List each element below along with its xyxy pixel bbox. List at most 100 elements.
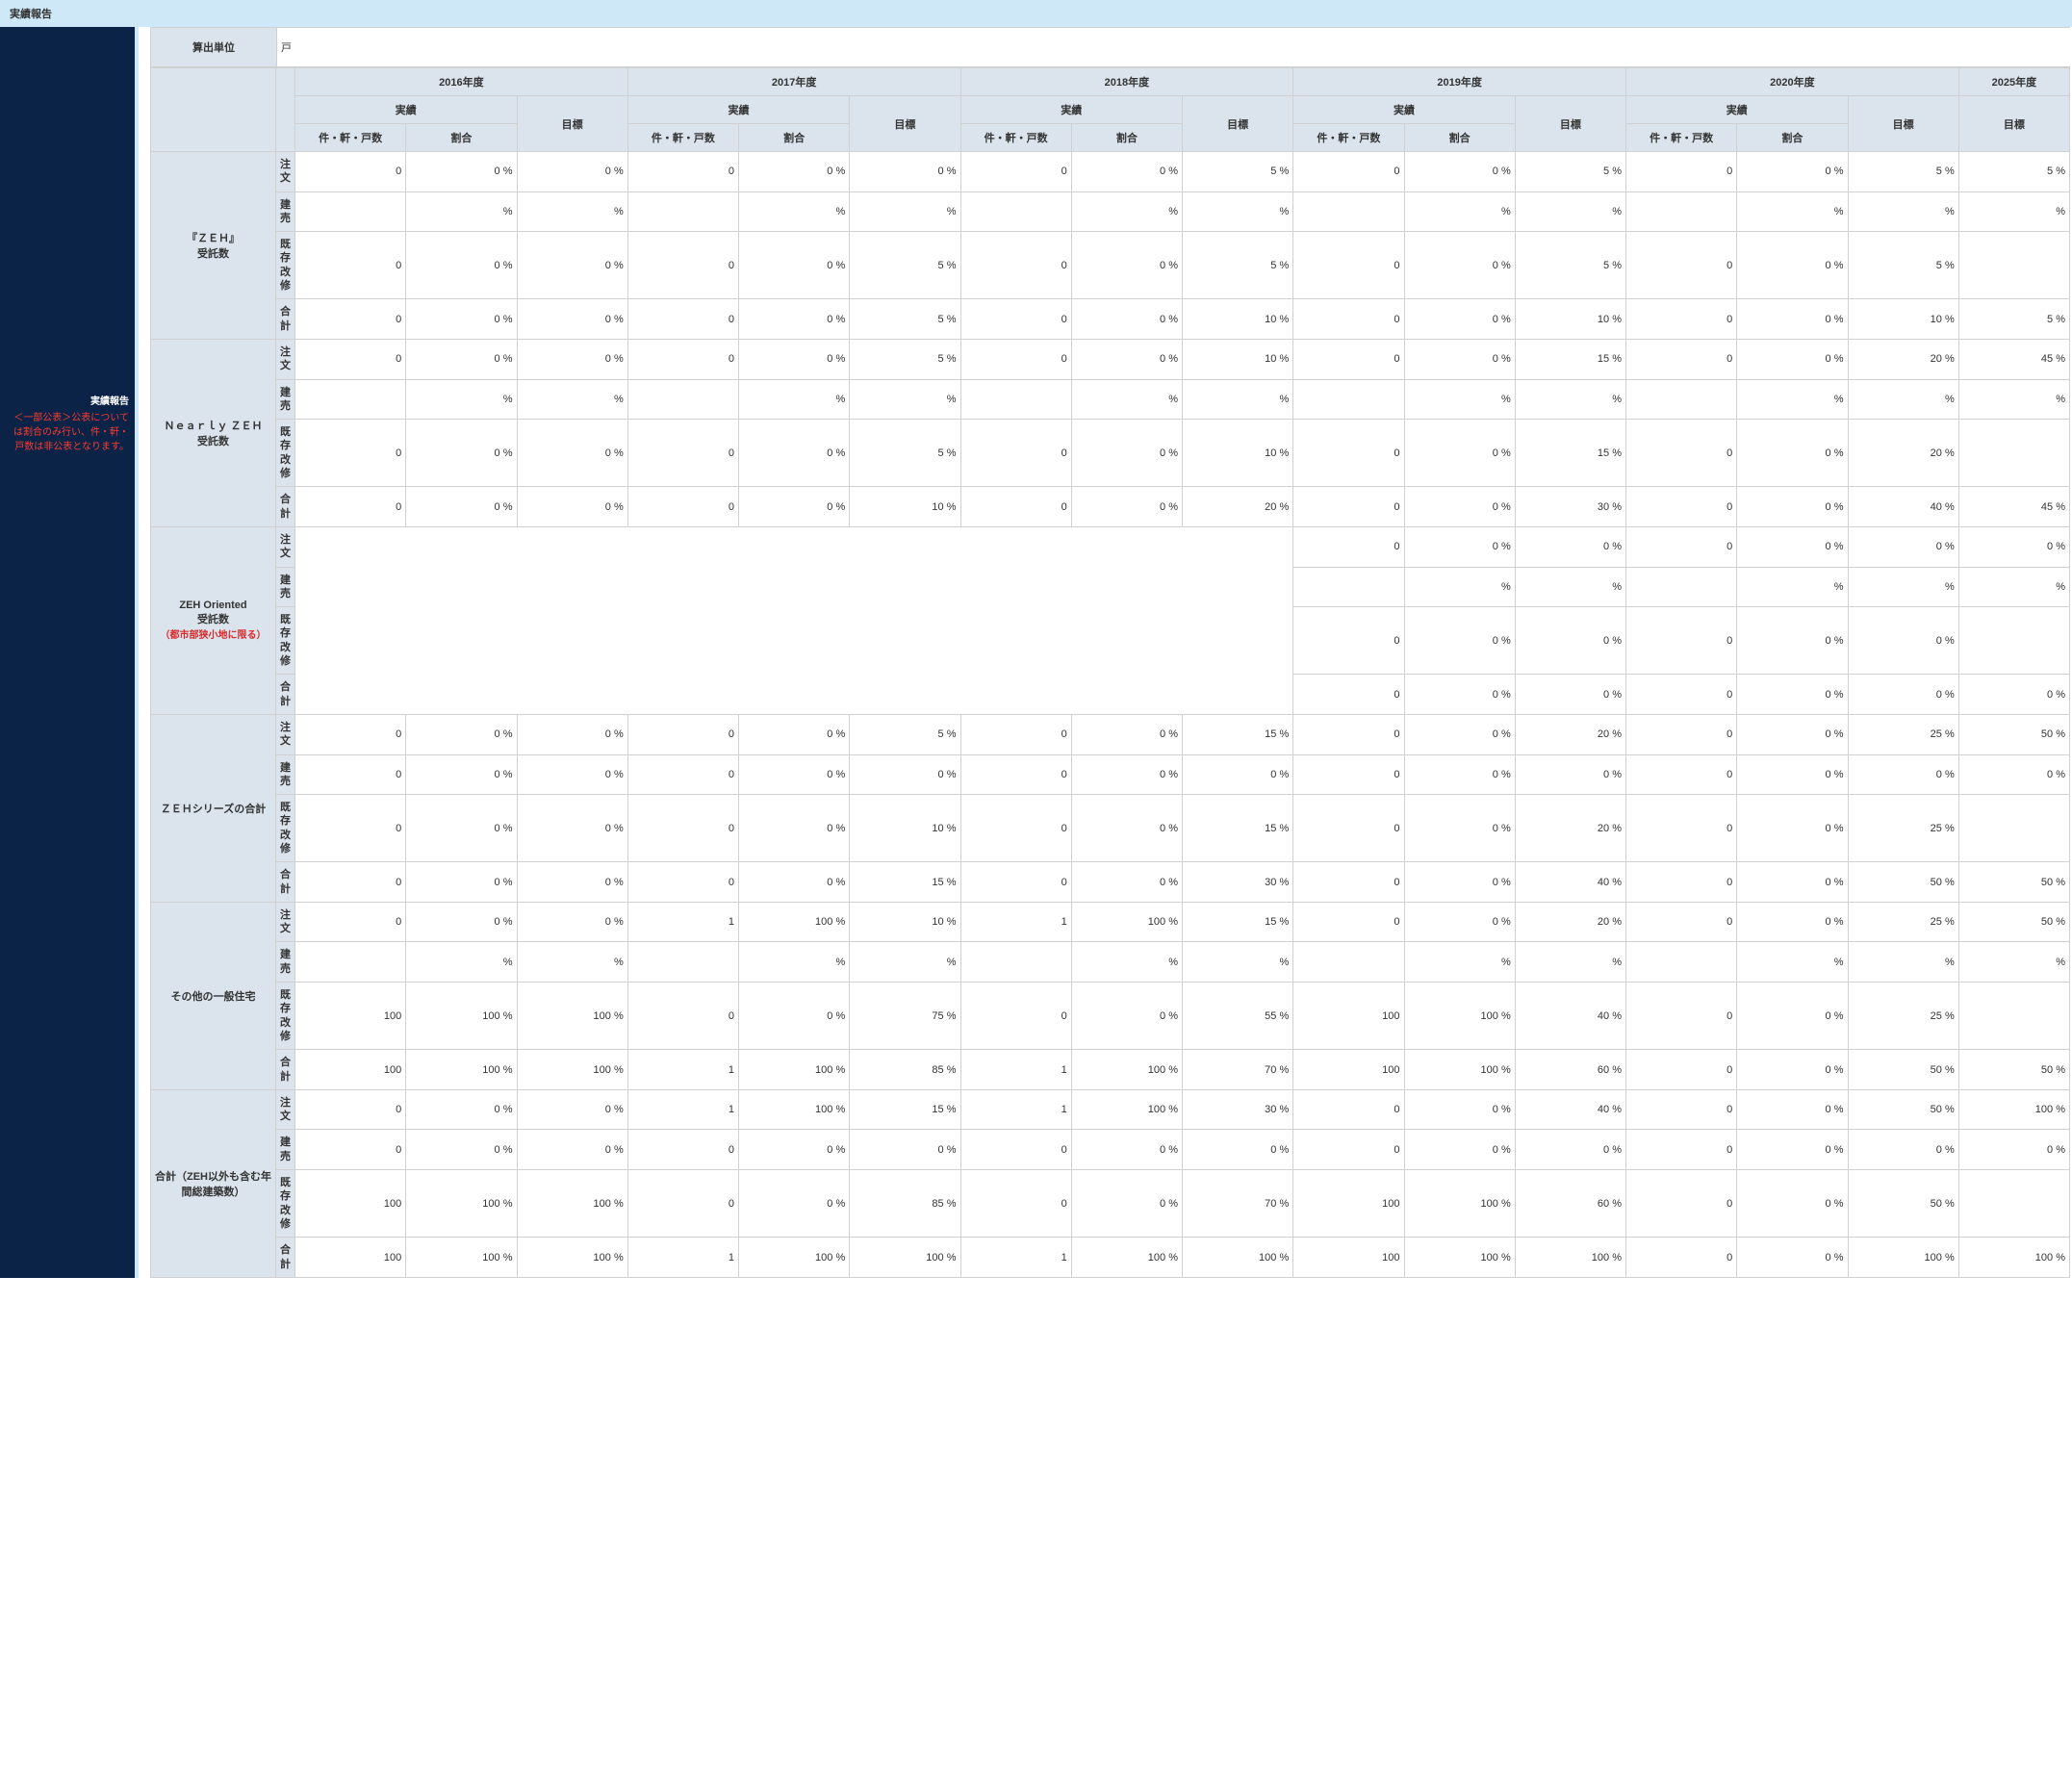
data-cell: 85 %	[850, 1050, 960, 1090]
data-cell: 20 %	[1848, 420, 1958, 487]
data-cell: 100 %	[739, 902, 850, 942]
data-cell: 0 %	[517, 299, 627, 340]
data-cell: 0 %	[406, 232, 517, 299]
data-cell: 0	[627, 983, 738, 1050]
data-cell: 1	[627, 1238, 738, 1278]
data-cell: 0 %	[1848, 607, 1958, 675]
data-cell: %	[1515, 379, 1625, 420]
data-cell: 20 %	[1183, 487, 1293, 527]
data-cell: 0	[1293, 232, 1404, 299]
sidebar-note: ＜一部公表＞公表については割合のみ行い、件・軒・戸数は非公表となります。	[6, 411, 129, 454]
data-cell: 0 %	[1515, 526, 1625, 567]
category-label: 合計（ZEH以外も含む年間総建築数）	[151, 1089, 276, 1277]
data-cell: 25 %	[1848, 714, 1958, 754]
data-cell: 0	[1626, 1050, 1737, 1090]
data-cell: 0 %	[517, 487, 627, 527]
data-cell: 0 %	[406, 1130, 517, 1170]
header-actual: 実績	[1293, 96, 1516, 124]
data-cell: 0	[960, 795, 1071, 862]
data-cell: %	[1958, 191, 2069, 232]
data-cell: 25 %	[1848, 983, 1958, 1050]
data-cell: 0 %	[1404, 675, 1515, 715]
data-cell: 100 %	[1404, 983, 1515, 1050]
data-cell: 0 %	[1737, 487, 1848, 527]
data-cell: 0 %	[1737, 795, 1848, 862]
data-cell: 0	[1293, 862, 1404, 903]
data-cell: %	[517, 379, 627, 420]
data-cell: 0	[1626, 607, 1737, 675]
data-cell	[1293, 942, 1404, 983]
data-cell: 0 %	[739, 232, 850, 299]
header-year: 2025年度	[1958, 68, 2069, 96]
category-label: その他の一般住宅	[151, 902, 276, 1089]
data-cell: 0 %	[1404, 902, 1515, 942]
data-cell: 0 %	[739, 862, 850, 903]
data-cell: 0 %	[1737, 675, 1848, 715]
data-cell: 0 %	[406, 152, 517, 192]
data-cell: 0	[627, 1170, 738, 1238]
data-cell: 50 %	[1848, 1170, 1958, 1238]
data-cell: 0	[1293, 152, 1404, 192]
data-cell: 100 %	[406, 1050, 517, 1090]
data-cell: %	[1183, 942, 1293, 983]
data-cell: 0	[295, 487, 406, 527]
row-sub-label: 建売	[276, 379, 295, 420]
data-cell: 0 %	[739, 299, 850, 340]
data-cell: 50 %	[1848, 1089, 1958, 1130]
data-cell: 15 %	[850, 1089, 960, 1130]
data-cell: 0 %	[1958, 1130, 2069, 1170]
data-cell: 5 %	[1183, 232, 1293, 299]
data-cell: 100	[1293, 983, 1404, 1050]
data-cell: 0 %	[1737, 983, 1848, 1050]
data-cell	[1293, 191, 1404, 232]
data-cell: 100 %	[1071, 1089, 1182, 1130]
data-cell: 0	[1293, 795, 1404, 862]
data-cell: 0	[960, 1170, 1071, 1238]
data-cell: 0 %	[517, 902, 627, 942]
row-sub-label: 合計	[276, 675, 295, 715]
data-cell	[295, 191, 406, 232]
row-sub-label: 合計	[276, 487, 295, 527]
row-sub-label: 注文	[276, 714, 295, 754]
data-cell: 70 %	[1183, 1170, 1293, 1238]
data-cell: 0 %	[406, 487, 517, 527]
data-cell: %	[1071, 942, 1182, 983]
data-cell: 0	[627, 795, 738, 862]
data-cell: %	[517, 191, 627, 232]
data-cell	[1293, 567, 1404, 607]
data-cell: 5 %	[1183, 152, 1293, 192]
data-cell: 0	[1626, 1170, 1737, 1238]
row-sub-label: 注文	[276, 339, 295, 379]
header-target: 目標	[517, 96, 627, 152]
data-cell: 0 %	[1071, 152, 1182, 192]
data-cell: %	[1848, 379, 1958, 420]
data-cell: 0	[295, 420, 406, 487]
data-cell: 0	[1293, 339, 1404, 379]
header-year: 2016年度	[295, 68, 628, 96]
data-cell: 0 %	[517, 754, 627, 795]
row-sub-label: 合計	[276, 1050, 295, 1090]
data-cell: 5 %	[850, 714, 960, 754]
category-label: Ｎｅａｒｌｙ ＺＥＨ受託数	[151, 339, 276, 526]
data-cell: %	[1515, 191, 1625, 232]
data-cell: 0	[960, 299, 1071, 340]
data-cell: 0 %	[739, 983, 850, 1050]
data-cell: 40 %	[1848, 487, 1958, 527]
data-cell: 0	[1626, 152, 1737, 192]
data-cell: 5 %	[1848, 232, 1958, 299]
data-cell: 0	[1293, 420, 1404, 487]
data-cell: 0 %	[1404, 1089, 1515, 1130]
data-cell: 40 %	[1515, 862, 1625, 903]
data-cell: 0 %	[1071, 714, 1182, 754]
header-count: 件・軒・戸数	[960, 124, 1071, 152]
data-cell: %	[1515, 567, 1625, 607]
unit-label: 算出単位	[151, 28, 276, 66]
data-cell: 0 %	[517, 339, 627, 379]
data-cell: 15 %	[1183, 902, 1293, 942]
data-cell: 100	[295, 983, 406, 1050]
data-cell: 0	[1293, 754, 1404, 795]
data-cell: 0	[627, 152, 738, 192]
data-cell: 0	[1626, 299, 1737, 340]
data-cell: 100 %	[1404, 1170, 1515, 1238]
data-cell: 0	[295, 902, 406, 942]
